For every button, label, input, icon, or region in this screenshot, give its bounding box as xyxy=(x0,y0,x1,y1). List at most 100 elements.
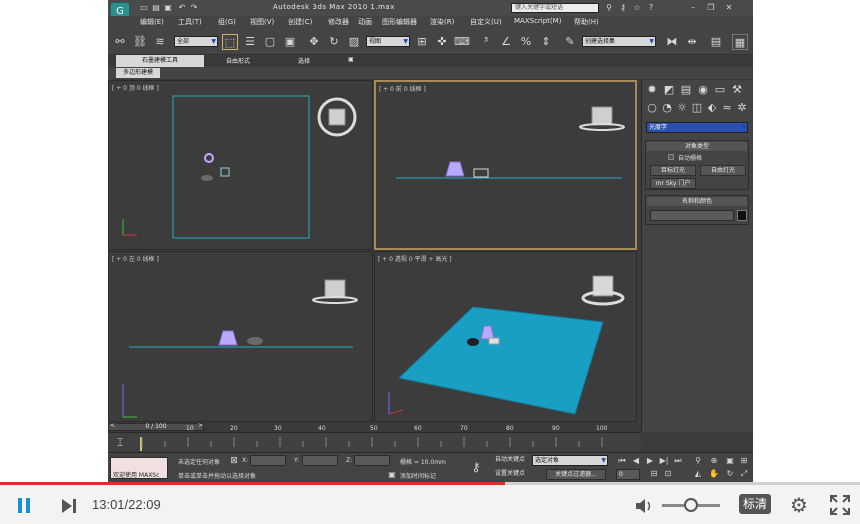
polygon-modeling-tab[interactable]: 多边形建模 xyxy=(116,68,160,78)
cameras-icon[interactable]: ◫ xyxy=(689,100,705,116)
menu-help[interactable]: 帮助(H) xyxy=(574,17,599,27)
menu-rendering[interactable]: 渲染(R) xyxy=(430,17,454,27)
restore-icon[interactable]: ❐ xyxy=(703,0,719,16)
mini-curve-editor-icon[interactable]: ⌶ xyxy=(112,435,128,451)
rollout-header[interactable]: 对象类型 xyxy=(647,142,747,151)
helpers-icon[interactable]: ⬖ xyxy=(704,100,720,116)
z-coordinate-input[interactable] xyxy=(354,455,390,466)
menu-tools[interactable]: 工具(T) xyxy=(178,17,202,27)
x-coordinate-input[interactable] xyxy=(250,455,286,466)
modify-tab-icon[interactable]: ◩ xyxy=(661,82,677,98)
window-crossing-icon[interactable]: ▣ xyxy=(282,34,298,50)
viewport-front[interactable]: [ + 0 前 0 线框 ] xyxy=(374,80,637,250)
volume-slider[interactable] xyxy=(662,498,720,512)
time-slider-prev[interactable]: < xyxy=(110,422,115,429)
time-config-icon[interactable]: ⊡ xyxy=(660,466,676,482)
object-color-swatch[interactable] xyxy=(737,210,747,221)
keyboard-shortcut-icon[interactable]: ⌨ xyxy=(454,34,470,50)
auto-key-button[interactable]: 自动关键点 xyxy=(492,455,528,466)
create-tab-icon[interactable]: ✹ xyxy=(644,82,660,98)
rotate-icon[interactable]: ↻ xyxy=(326,34,342,50)
menu-customize[interactable]: 自定义(U) xyxy=(470,17,502,27)
menu-graph-editors[interactable]: 图形编辑器 xyxy=(382,17,417,27)
motion-tab-icon[interactable]: ◉ xyxy=(695,82,711,98)
time-slider-next[interactable]: > xyxy=(198,422,203,429)
selection-filter-dropdown[interactable]: 全部 xyxy=(174,36,218,47)
ribbon-tab-freeform[interactable]: 自由形式 xyxy=(226,56,250,65)
reference-coordinate-dropdown[interactable]: 视图 xyxy=(366,36,410,47)
add-time-tag[interactable]: 添加时间标记 xyxy=(400,471,436,480)
maximize-viewport-icon[interactable]: ⤢ xyxy=(736,466,752,482)
maxscript-listener[interactable]: 欢迎使用 MAXSc xyxy=(110,457,168,479)
ribbon-tab-toggle[interactable]: ▣ xyxy=(348,56,354,63)
shapes-icon[interactable]: ◔ xyxy=(659,100,675,116)
lock-selection-icon[interactable]: ⊠ xyxy=(226,453,242,469)
viewport-perspective[interactable]: [ + 0 透视 0 平滑 + 高光 ] xyxy=(374,251,637,422)
menu-animation[interactable]: 动画 xyxy=(358,17,372,27)
select-by-name-icon[interactable]: ☰ xyxy=(242,34,258,50)
close-icon[interactable]: ✕ xyxy=(721,0,737,16)
utilities-tab-icon[interactable]: ⚒ xyxy=(729,82,745,98)
viewport-top[interactable]: [ + 0 顶 0 线框 ] xyxy=(108,80,373,250)
fullscreen-icon[interactable] xyxy=(829,494,851,516)
snap-toggle-icon[interactable]: ³ xyxy=(478,34,494,50)
scale-icon[interactable]: ▨ xyxy=(346,34,362,50)
viewport-left[interactable]: [ + 0 左 0 线框 ] xyxy=(108,251,373,422)
ribbon-tab-graphite[interactable]: 石墨建模工具 xyxy=(116,55,204,67)
redo-icon[interactable]: ↷ xyxy=(186,0,202,16)
space-warps-icon[interactable]: ≈ xyxy=(719,100,735,116)
spinner-snap-icon[interactable]: ⇕ xyxy=(538,34,554,50)
object-name-input[interactable] xyxy=(650,210,734,221)
select-manipulate-icon[interactable]: ✜ xyxy=(434,34,450,50)
angle-snap-icon[interactable]: ∠ xyxy=(498,34,514,50)
layer-manager-icon[interactable]: ▤ xyxy=(708,34,724,50)
mirror-icon[interactable]: ⧓ xyxy=(664,34,680,50)
align-icon[interactable]: ⇹ xyxy=(684,34,700,50)
named-selection-dropdown[interactable]: 创建选择集 xyxy=(582,36,656,47)
menu-edit[interactable]: 编辑(E) xyxy=(140,17,164,27)
minimize-icon[interactable]: – xyxy=(685,0,701,16)
display-tab-icon[interactable]: ▭ xyxy=(712,82,728,98)
ribbon-tab-selection[interactable]: 选择 xyxy=(298,56,310,65)
current-frame-input[interactable]: 0 xyxy=(616,469,640,480)
volume-slider-knob[interactable] xyxy=(684,498,698,512)
next-video-icon[interactable] xyxy=(60,497,78,515)
add-time-tag-icon[interactable]: ▣ xyxy=(384,467,400,482)
track-bar[interactable]: ⌶ 10 20 30 40 50 60 70 80 90 100 xyxy=(108,425,641,452)
rectangular-selection-icon[interactable]: ▢ xyxy=(262,34,278,50)
search-input[interactable]: 键入关键字或短语 xyxy=(511,3,599,13)
set-key-button[interactable]: 设置关键点 xyxy=(492,469,528,480)
rollout-header[interactable]: 名称和颜色 xyxy=(647,197,747,206)
geometry-icon[interactable]: ○ xyxy=(644,100,660,116)
key-filters-button[interactable]: 关键点过滤器... xyxy=(546,469,606,480)
select-object-icon[interactable]: ⬚ xyxy=(222,34,238,50)
free-light-button[interactable]: 自由灯光 xyxy=(700,165,746,176)
menu-group[interactable]: 组(G) xyxy=(218,17,236,27)
set-key-icon[interactable]: ⚷ xyxy=(468,459,484,475)
pivot-center-icon[interactable]: ⊞ xyxy=(414,34,430,50)
volume-icon[interactable] xyxy=(634,496,654,516)
bind-space-warp-icon[interactable]: ≋ xyxy=(152,34,168,50)
settings-gear-icon[interactable]: ⚙ xyxy=(788,494,810,516)
y-coordinate-input[interactable] xyxy=(302,455,338,466)
key-selection-dropdown[interactable]: 选定对象 xyxy=(532,455,608,466)
light-category-dropdown[interactable]: 光度学 xyxy=(646,122,748,133)
select-link-icon[interactable]: ⚯ xyxy=(112,34,128,50)
field-of-view-icon[interactable]: ◭ xyxy=(690,466,706,482)
menu-views[interactable]: 视图(V) xyxy=(250,17,274,27)
mr-sky-portal-button[interactable]: mr Sky 门户 xyxy=(650,178,696,189)
menu-modifiers[interactable]: 修改器 xyxy=(328,17,349,27)
move-icon[interactable]: ✥ xyxy=(306,34,322,50)
target-light-button[interactable]: 目标灯光 xyxy=(650,165,696,176)
percent-snap-icon[interactable]: % xyxy=(518,34,534,50)
quality-button[interactable]: 标清 xyxy=(739,494,771,514)
menu-maxscript[interactable]: MAXScript(M) xyxy=(514,17,561,25)
systems-icon[interactable]: ✲ xyxy=(734,100,750,116)
unlink-icon[interactable]: ⛓ xyxy=(132,34,148,50)
pan-icon[interactable]: ✋ xyxy=(706,466,722,482)
auto-grid-checkbox[interactable] xyxy=(668,154,674,160)
hierarchy-tab-icon[interactable]: ▤ xyxy=(678,82,694,98)
edit-named-selection-icon[interactable]: ✎ xyxy=(562,34,578,50)
help-icon[interactable]: ? xyxy=(643,0,659,16)
render-setup-icon[interactable]: ▦ xyxy=(732,34,748,50)
